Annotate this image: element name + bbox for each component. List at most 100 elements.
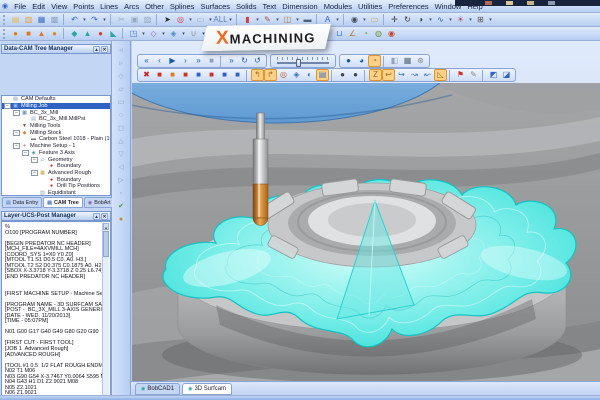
tree-item[interactable]: − ▦ Advanced Rough — [2, 170, 110, 177]
toolbar-icon[interactable]: ↻ — [401, 14, 414, 26]
toolbar-icon[interactable]: ✂ — [115, 14, 128, 26]
view-toolbar-icon[interactable]: ✔ — [114, 201, 128, 213]
toolbar-icon[interactable]: ● — [48, 28, 61, 40]
toolbar-icon[interactable] — [110, 14, 113, 25]
sim-toolbar-icon[interactable]: ■ — [179, 69, 192, 81]
toolbar-icon[interactable]: ▾ — [81, 14, 88, 26]
toolbar-icon[interactable]: ▾ — [101, 14, 108, 26]
sim-toolbar-icon[interactable]: ▤ — [316, 69, 329, 81]
sim-toolbar-icon[interactable]: ■ — [205, 55, 218, 67]
sim-toolbar-icon[interactable]: « — [140, 55, 153, 67]
toolbar-icon[interactable]: ◳ — [127, 28, 140, 40]
sim-toolbar-icon[interactable]: ◪ — [500, 69, 513, 81]
view-toolbar-icon[interactable]: ▷ — [114, 175, 128, 187]
toolbar-icon[interactable]: ▾ — [180, 28, 187, 40]
toolbar-icon[interactable] — [343, 14, 346, 25]
sim-toolbar-icon[interactable]: ◧ — [388, 55, 401, 67]
toolbar-icon[interactable]: ● — [94, 28, 107, 40]
toolbar-icon[interactable]: ▭ — [368, 14, 381, 26]
sim-toolbar-icon[interactable] — [331, 70, 334, 81]
document-tab[interactable]: ◉ 3D Surfcam — [182, 383, 232, 395]
view-toolbar-icon[interactable]: ◦ — [114, 188, 128, 200]
menu-item[interactable]: Preferences — [385, 2, 431, 11]
tree-expander[interactable]: − — [13, 143, 20, 149]
toolbar-icon[interactable]: ▲ — [35, 28, 48, 40]
sim-toolbar-icon[interactable]: ⊛ — [414, 55, 427, 67]
tree-expander[interactable] — [40, 177, 47, 183]
sim-toolbar-icon[interactable]: ✎ — [467, 69, 480, 81]
toolbar-icon[interactable] — [383, 14, 386, 25]
toolbar-icon[interactable]: ● — [9, 28, 22, 40]
sim-toolbar-icon[interactable]: › — [179, 55, 192, 67]
tree-item[interactable]: − ▱ Geometry — [2, 156, 110, 163]
panel-header-button[interactable]: ✕ — [101, 46, 108, 53]
panel-header-button[interactable]: ▴ — [93, 213, 100, 220]
toolbar-icon[interactable]: ▾ — [467, 14, 474, 26]
toolbar-icon[interactable]: ∿ — [434, 14, 447, 26]
toolbar-icon[interactable]: ▩ — [48, 14, 61, 26]
sim-toolbar-icon[interactable]: ↩ — [382, 69, 395, 81]
sim-toolbar-icon[interactable]: ■ — [231, 69, 244, 81]
toolbar-icon[interactable]: ▾ — [361, 14, 368, 26]
view-toolbar-icon[interactable]: ▽ — [114, 149, 128, 161]
sim-toolbar-icon[interactable] — [220, 56, 223, 67]
view-toolbar-icon[interactable]: ◁ — [114, 162, 128, 174]
toolbar-icon[interactable]: ▨ — [141, 14, 154, 26]
toolbar-icon[interactable]: ◆ — [68, 28, 81, 40]
sim-toolbar-icon[interactable]: Z — [369, 69, 382, 81]
vertical-scrollbar[interactable]: ▲ ▼ — [102, 223, 109, 400]
sim-toolbar-icon[interactable]: ■ — [218, 69, 231, 81]
tree-expander[interactable]: − — [31, 157, 38, 163]
toolbar-icon[interactable]: ↶ — [68, 14, 81, 26]
tree-expander[interactable]: − — [13, 110, 20, 116]
sim-toolbar-icon[interactable]: ▦ — [401, 55, 414, 67]
sim-toolbar-icon[interactable]: ↰ — [251, 69, 264, 81]
toolbar-icon[interactable]: ✛ — [388, 14, 401, 26]
tree-expander[interactable]: − — [13, 130, 20, 136]
toolbar-icon[interactable] — [63, 28, 66, 39]
toolbar-icon[interactable]: ▦ — [35, 14, 48, 26]
tree-item[interactable]: ▼ Milling Tools — [2, 123, 110, 130]
toolbar-icon[interactable]: ↷ — [88, 14, 101, 26]
sim-toolbar-icon[interactable]: ↪ — [395, 69, 408, 81]
nc-code-output[interactable]: %O100 [PROGRAM NUMBER] [BEGIN PREDATOR N… — [3, 223, 102, 400]
toolbar-grip[interactable] — [3, 29, 6, 39]
document-tab[interactable]: ◉ BobCAD1 — [135, 383, 180, 395]
menu-item[interactable]: Points — [70, 2, 97, 11]
sim-toolbar-icon[interactable]: ✖ — [140, 69, 153, 81]
sim-toolbar-icon[interactable]: ↝ — [408, 69, 421, 81]
sim-toolbar-icon[interactable]: » — [225, 55, 238, 67]
sim-toolbar-icon[interactable]: ◎ — [277, 69, 290, 81]
sim-toolbar-icon[interactable]: ■ — [192, 69, 205, 81]
menu-item[interactable]: View — [48, 2, 70, 11]
machining-3d-view[interactable] — [132, 83, 600, 381]
menu-item[interactable]: File — [11, 2, 29, 11]
tree-expander[interactable]: − — [4, 103, 11, 109]
menu-item[interactable]: Arcs — [121, 2, 142, 11]
sim-toolbar-icon[interactable]: ↱ — [264, 69, 277, 81]
menu-item[interactable]: Dimension — [279, 2, 320, 11]
toolbar-icon[interactable]: ⊔ — [333, 28, 346, 40]
view-toolbar-icon[interactable]: ▹ — [114, 58, 128, 70]
toolbar-icon[interactable]: ▾ — [274, 14, 281, 26]
toolbar-icon[interactable]: ∪ — [187, 28, 200, 40]
tree-item[interactable]: ● Boundary — [2, 163, 110, 170]
tree-expander[interactable] — [22, 136, 29, 142]
sim-toolbar-icon[interactable]: ◺ — [434, 69, 447, 81]
slider-thumb[interactable] — [296, 59, 301, 67]
toolbar-icon[interactable]: ▾ — [334, 14, 341, 26]
tree-expander[interactable]: − — [22, 150, 29, 156]
toolbar-icon[interactable]: ⊞ — [474, 14, 487, 26]
toolbar-icon[interactable]: ◎ — [174, 14, 187, 26]
sim-toolbar-icon[interactable]: ■ — [153, 69, 166, 81]
sim-toolbar-icon[interactable]: ‹ — [153, 55, 166, 67]
sim-toolbar-icon[interactable]: ↻ — [238, 55, 251, 67]
toolbar-icon[interactable] — [236, 14, 239, 25]
toolbar-icon[interactable]: ▭ — [194, 14, 207, 26]
sim-toolbar-icon[interactable] — [364, 70, 367, 81]
toolbar-icon[interactable] — [156, 14, 159, 25]
menu-item[interactable]: Solids — [233, 2, 259, 11]
menu-item[interactable]: Other — [142, 2, 167, 11]
toolbar-icon[interactable] — [122, 28, 125, 39]
menu-item[interactable]: Surfaces — [197, 2, 233, 11]
